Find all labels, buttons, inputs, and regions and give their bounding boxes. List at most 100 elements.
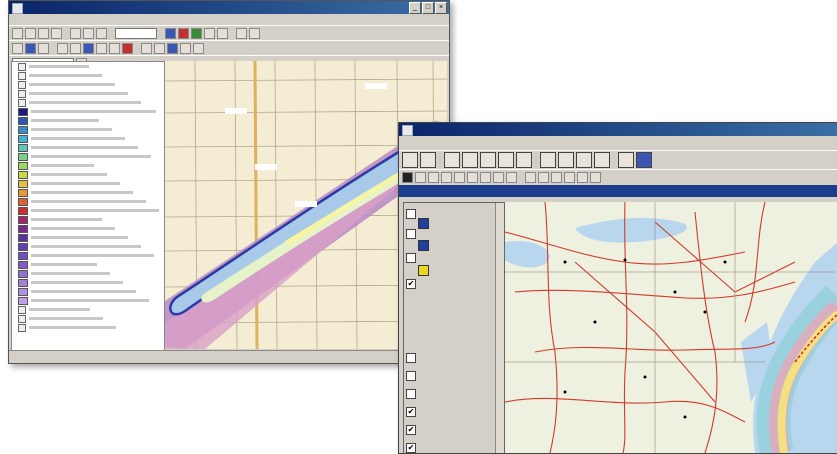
record-icon[interactable] xyxy=(402,172,413,183)
scale-combo[interactable] xyxy=(115,27,157,39)
report-icon[interactable] xyxy=(594,152,610,168)
layer-remove-icon[interactable] xyxy=(538,172,549,183)
layer-row[interactable] xyxy=(406,253,419,263)
toc-row[interactable] xyxy=(12,305,164,314)
select-features-icon[interactable] xyxy=(83,42,94,54)
layer-row[interactable]: ✔ xyxy=(406,407,419,417)
text-icon[interactable] xyxy=(154,42,165,54)
layer-panel-scrollbar[interactable] xyxy=(495,203,504,453)
copy-icon[interactable] xyxy=(83,27,94,39)
toc-row[interactable] xyxy=(12,89,164,98)
layer-row[interactable] xyxy=(406,353,419,363)
toc-row[interactable] xyxy=(12,98,164,107)
tree-toggle-icon[interactable] xyxy=(18,89,26,98)
toc-row[interactable] xyxy=(12,314,164,323)
layer-row[interactable] xyxy=(406,229,419,239)
select-icon[interactable] xyxy=(480,152,496,168)
layer-checkbox[interactable]: ✔ xyxy=(406,407,416,417)
layout-icon[interactable] xyxy=(590,172,601,183)
draw-tool-icon[interactable] xyxy=(506,172,517,183)
measure-icon[interactable] xyxy=(516,152,532,168)
pan-tool-icon[interactable] xyxy=(454,172,465,183)
toc-row[interactable] xyxy=(12,269,164,278)
toc-row[interactable] xyxy=(12,233,164,242)
toc-row[interactable] xyxy=(12,161,164,170)
forward-icon[interactable] xyxy=(70,42,81,54)
layer-checkbox[interactable] xyxy=(406,371,416,381)
toc-row[interactable] xyxy=(12,224,164,233)
full-extent-icon[interactable] xyxy=(38,42,49,54)
query-icon[interactable] xyxy=(480,172,491,183)
point-icon[interactable] xyxy=(193,42,204,54)
layer-add-icon[interactable] xyxy=(525,172,536,183)
toc-row[interactable] xyxy=(12,296,164,305)
layer-checkbox[interactable] xyxy=(406,389,416,399)
table-icon[interactable] xyxy=(564,172,575,183)
help-icon[interactable] xyxy=(636,152,652,168)
layer-row[interactable]: ✔ xyxy=(406,279,419,289)
layer-row[interactable]: ✔ xyxy=(406,425,419,435)
find-icon[interactable] xyxy=(109,42,120,54)
toc-row[interactable] xyxy=(12,188,164,197)
toc-row[interactable] xyxy=(12,116,164,125)
back-icon[interactable] xyxy=(57,42,68,54)
layer-row[interactable] xyxy=(406,371,419,381)
fill-icon[interactable] xyxy=(167,42,178,54)
casualty-icon[interactable] xyxy=(558,152,574,168)
draw-icon[interactable] xyxy=(141,42,152,54)
identify-icon[interactable] xyxy=(178,27,189,39)
toc-row[interactable] xyxy=(12,71,164,80)
toc-row[interactable] xyxy=(12,287,164,296)
cats-title-bar[interactable] xyxy=(399,123,837,136)
cats-analysis-map[interactable] xyxy=(505,202,837,453)
toc-row[interactable] xyxy=(12,179,164,188)
layer-checkbox[interactable]: ✔ xyxy=(406,279,416,289)
layer-row[interactable] xyxy=(406,389,419,399)
open-icon[interactable] xyxy=(402,152,418,168)
measure-icon[interactable] xyxy=(217,27,228,39)
arrow-icon[interactable] xyxy=(415,172,426,183)
tree-toggle-icon[interactable] xyxy=(18,71,26,80)
toc-row[interactable] xyxy=(12,107,164,116)
layer-checkbox[interactable] xyxy=(406,253,416,263)
chart-icon[interactable] xyxy=(577,172,588,183)
maximize-button[interactable]: □ xyxy=(422,2,434,14)
toc-row[interactable] xyxy=(12,125,164,134)
toc-row[interactable] xyxy=(12,134,164,143)
toc-row[interactable] xyxy=(12,80,164,89)
globe-icon[interactable] xyxy=(25,42,36,54)
toc-row[interactable] xyxy=(12,260,164,269)
cut-icon[interactable] xyxy=(70,27,81,39)
layer-checkbox[interactable]: ✔ xyxy=(406,425,416,435)
save-icon[interactable] xyxy=(420,152,436,168)
tree-toggle-icon[interactable] xyxy=(18,323,26,332)
pan-icon[interactable] xyxy=(462,152,478,168)
gis-title-bar[interactable]: _ □ × xyxy=(9,1,449,14)
resource-icon[interactable] xyxy=(576,152,592,168)
tree-toggle-icon[interactable] xyxy=(18,80,26,89)
legend-icon[interactable] xyxy=(551,172,562,183)
print-icon[interactable] xyxy=(51,27,62,39)
zoom-icon[interactable] xyxy=(444,152,460,168)
globe-icon[interactable] xyxy=(467,172,478,183)
tree-toggle-icon[interactable] xyxy=(18,314,26,323)
editor-icon[interactable] xyxy=(191,27,202,39)
tree-toggle-icon[interactable] xyxy=(18,62,26,71)
toc-row[interactable] xyxy=(12,215,164,224)
zoom-in-icon[interactable] xyxy=(428,172,439,183)
zoom-out-icon[interactable] xyxy=(441,172,452,183)
select-icon[interactable] xyxy=(204,27,215,39)
toc-row[interactable] xyxy=(12,278,164,287)
toc-row[interactable] xyxy=(12,152,164,161)
pan-icon[interactable] xyxy=(12,42,23,54)
print-icon[interactable] xyxy=(618,152,634,168)
toc-row[interactable] xyxy=(12,143,164,152)
toc-row[interactable] xyxy=(12,170,164,179)
toc-row[interactable] xyxy=(12,62,164,71)
info-icon[interactable] xyxy=(96,42,107,54)
toc-row[interactable] xyxy=(12,242,164,251)
layer-icon[interactable] xyxy=(165,27,176,39)
line-icon[interactable] xyxy=(180,42,191,54)
close-button[interactable]: × xyxy=(435,2,447,14)
open-icon[interactable] xyxy=(25,27,36,39)
